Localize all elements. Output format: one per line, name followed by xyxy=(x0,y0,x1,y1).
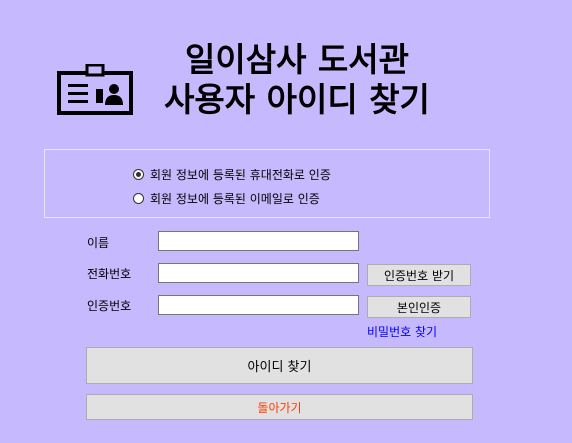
code-label: 인증번호 xyxy=(87,299,132,313)
page-title-line1: 일이삼사 도서관 xyxy=(184,40,409,79)
name-input[interactable] xyxy=(158,231,359,251)
radio-option-phone[interactable]: 회원 정보에 등록된 휴대전화로 인증 xyxy=(133,166,331,183)
verification-method-group: 회원 정보에 등록된 휴대전화로 인증 회원 정보에 등록된 이메일로 인증 xyxy=(44,149,490,218)
back-button[interactable]: 돌아가기 xyxy=(86,394,473,420)
name-label: 이름 xyxy=(87,236,110,250)
code-input[interactable] xyxy=(158,295,359,315)
find-id-button[interactable]: 아이디 찾기 xyxy=(86,347,473,384)
radio-button-email[interactable] xyxy=(133,193,144,204)
radio-option-email[interactable]: 회원 정보에 등록된 이메일로 인증 xyxy=(133,190,320,207)
id-card-icon xyxy=(57,64,133,115)
page-title-line2: 사용자 아이디 찾기 xyxy=(164,80,430,119)
verify-button[interactable]: 본인인증 xyxy=(367,296,471,318)
radio-button-phone[interactable] xyxy=(133,169,144,180)
radio-label-phone: 회원 정보에 등록된 휴대전화로 인증 xyxy=(150,168,331,182)
radio-label-email: 회원 정보에 등록된 이메일로 인증 xyxy=(150,192,320,206)
send-code-button[interactable]: 인증번호 받기 xyxy=(367,264,471,286)
find-password-link[interactable]: 비밀번호 찾기 xyxy=(367,323,437,340)
phone-input[interactable] xyxy=(158,263,359,283)
phone-label: 전화번호 xyxy=(87,267,132,281)
